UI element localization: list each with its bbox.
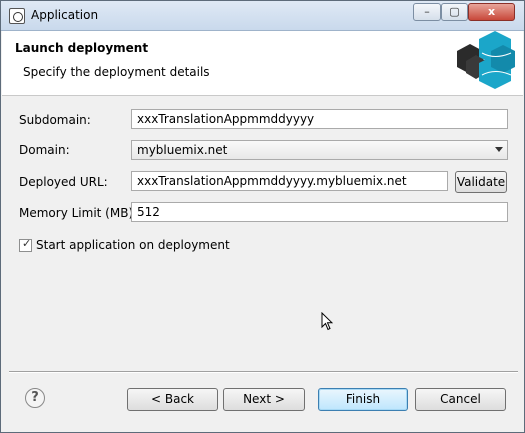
back-button[interactable]: < Back [127,388,218,411]
domain-select-value: mybluemix.net [137,143,228,157]
next-button[interactable]: Next > [223,388,305,411]
deployed-url-input[interactable]: xxxTranslationAppmmddyyyy.mybluemix.net [131,171,448,191]
app-icon [9,8,25,24]
application-window: Application – ▢ x Launch deployment Spec… [0,0,525,433]
deployed-url-label: Deployed URL: [19,175,108,189]
mouse-cursor-icon [321,312,333,331]
validate-button[interactable]: Validate [455,171,507,193]
chevron-down-icon [495,147,503,152]
minimize-button[interactable]: – [413,3,441,21]
checkmark-icon: ✓ [22,237,32,250]
subdomain-label: Subdomain: [19,113,91,127]
close-button[interactable]: x [468,3,515,21]
domain-select[interactable]: mybluemix.net [131,140,508,160]
title-bar[interactable]: Application – ▢ x [1,1,524,31]
subdomain-input[interactable]: xxxTranslationAppmmddyyyy [131,109,508,129]
bluemix-logo [457,31,515,89]
banner-subtitle: Specify the deployment details [23,65,210,79]
banner-title: Launch deployment [15,41,149,55]
window-title: Application [31,8,99,22]
maximize-button[interactable]: ▢ [441,3,468,21]
help-icon[interactable]: ? [25,388,45,408]
memory-limit-input[interactable]: 512 [131,202,508,222]
start-on-deploy-checkbox[interactable]: ✓ [19,237,32,252]
memory-limit-label: Memory Limit (MB): [19,206,138,220]
cancel-button[interactable]: Cancel [415,388,506,411]
footer-separator [9,371,518,373]
domain-label: Domain: [19,143,70,157]
finish-button[interactable]: Finish [318,388,408,411]
wizard-banner: Launch deployment Specify the deployment… [2,31,523,96]
start-on-deploy-label[interactable]: Start application on deployment [36,238,230,252]
